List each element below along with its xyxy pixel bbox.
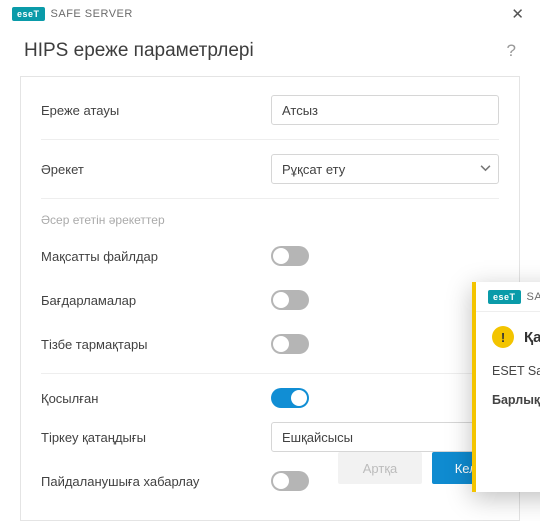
label-rule-name: Ереже атауы — [41, 103, 271, 118]
label-registry: Тізбе тармақтары — [41, 337, 271, 352]
row-enabled: Қосылған — [41, 373, 499, 408]
popup-header: ! Қайта іс — [492, 326, 540, 348]
popup-titlebar: eseT SAFE SER — [476, 282, 540, 312]
popup-title: Қайта іс — [524, 329, 540, 346]
popup-body: ! Қайта іс ESET Safe қосыңыз. Барлық үші… — [476, 312, 540, 434]
label-notify: Пайдаланушыға хабарлау — [41, 474, 271, 489]
page-title: HIPS ереже параметрлері — [24, 40, 254, 62]
row-severity: Тіркеу қатаңдығы — [41, 422, 499, 452]
section-operations-title: Әсер ететін әрекеттер — [41, 198, 499, 227]
label-applications: Бағдарламалар — [41, 293, 271, 308]
toggle-applications[interactable] — [271, 290, 309, 310]
row-registry: Тізбе тармақтары — [41, 329, 499, 359]
dialog-header: HIPS ереже параметрлері ? — [0, 28, 540, 70]
action-select-value[interactable] — [271, 154, 499, 184]
row-applications: Бағдарламалар — [41, 285, 499, 315]
toggle-enabled[interactable] — [271, 388, 309, 408]
brand-logo: eseT — [12, 7, 45, 21]
severity-select[interactable] — [271, 422, 499, 452]
restart-popup: eseT SAFE SER ! Қайта іс ESET Safe қосың… — [472, 282, 540, 492]
warning-icon: ! — [492, 326, 514, 348]
row-target-files: Мақсатты файлдар — [41, 241, 499, 271]
toggle-registry[interactable] — [271, 334, 309, 354]
close-icon[interactable]: ✕ — [505, 3, 530, 25]
toggle-target-files[interactable] — [271, 246, 309, 266]
label-action: Әрекет — [41, 162, 271, 177]
titlebar: eseT SAFE SERVER ✕ — [0, 0, 540, 28]
row-action: Әрекет — [41, 139, 499, 184]
popup-product-name: SAFE SER — [527, 291, 540, 303]
toggle-notify[interactable] — [271, 471, 309, 491]
brand-logo: eseT — [488, 290, 521, 304]
popup-text-1: ESET Safe қосыңыз. — [492, 362, 540, 381]
action-select[interactable] — [271, 154, 499, 184]
product-name: SAFE SERVER — [51, 8, 506, 20]
row-rule-name: Ереже атауы — [41, 95, 499, 125]
back-button: Артқа — [338, 452, 422, 484]
label-severity: Тіркеу қатаңдығы — [41, 430, 271, 445]
popup-text-2: Барлық үшін ком — [492, 391, 540, 410]
label-target-files: Мақсатты файлдар — [41, 249, 271, 264]
severity-select-value[interactable] — [271, 422, 499, 452]
help-icon[interactable]: ? — [507, 41, 516, 61]
label-enabled: Қосылған — [41, 391, 271, 406]
rule-name-input[interactable] — [271, 95, 499, 125]
